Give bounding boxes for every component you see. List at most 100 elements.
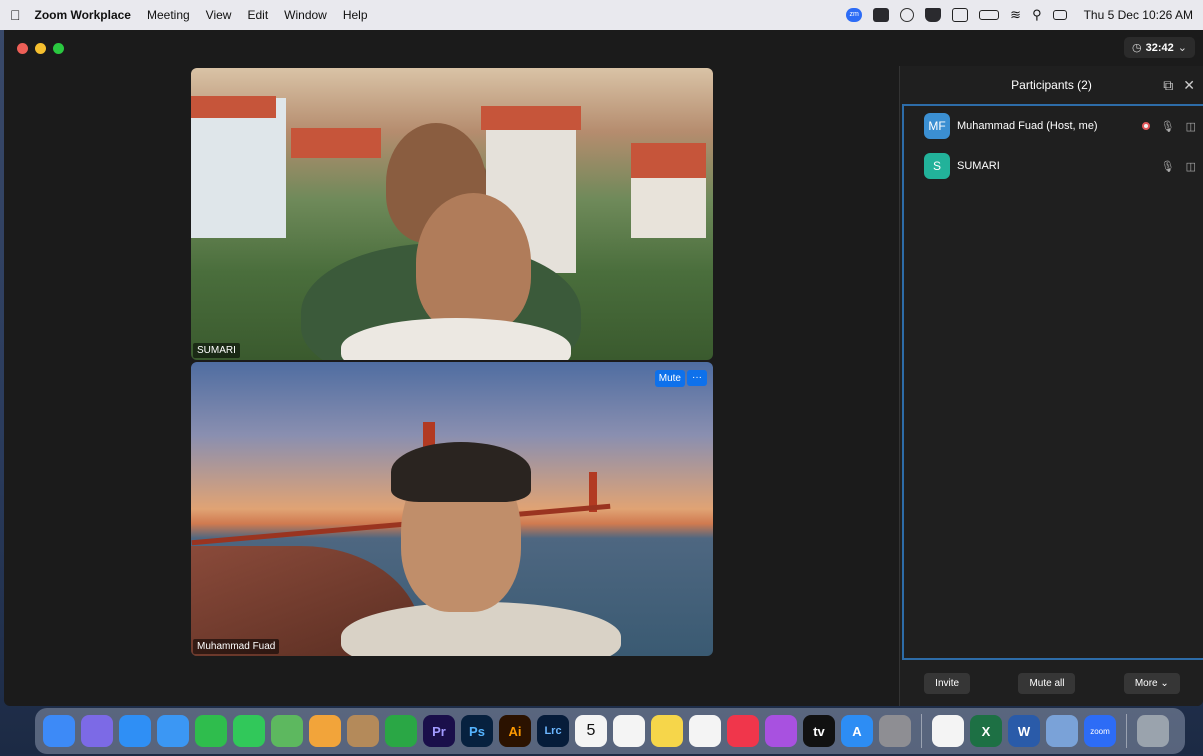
menu-app-name[interactable]: Zoom Workplace (35, 8, 131, 22)
dock: Pr Ps Ai Lrc 5 tv A X Wzoom (35, 708, 1185, 754)
participant-name-tag: Muhammad Fuad (193, 639, 280, 654)
more-button-label: More (1134, 677, 1158, 689)
background-roof (191, 96, 276, 118)
panel-header: Participants (2) ⧉ ✕ (900, 66, 1203, 104)
menu-edit[interactable]: Edit (247, 8, 268, 22)
mute-participant-button[interactable]: Mute (654, 370, 685, 387)
facetime-icon[interactable] (195, 715, 227, 747)
microphone-icon[interactable]: 🎙 (1161, 160, 1175, 173)
numbers-icon[interactable] (385, 715, 417, 747)
participants-panel: Participants (2) ⧉ ✕ MF Muhammad Fuad (H… (899, 66, 1203, 706)
menu-bar:  Zoom Workplace Meeting View Edit Windo… (0, 0, 1203, 30)
avatar: MF (924, 113, 950, 139)
premiere-icon[interactable]: Pr (423, 715, 455, 747)
invite-button[interactable]: Invite (924, 672, 971, 694)
safari-icon[interactable] (119, 715, 151, 747)
contacts-icon[interactable] (347, 715, 379, 747)
freeform-icon[interactable] (689, 715, 721, 747)
panel-title: Participants (2) (1011, 78, 1092, 92)
mute-all-button[interactable]: Mute all (1018, 672, 1076, 694)
microphone-icon[interactable]: 🎙 (1161, 120, 1175, 133)
panel-footer: Invite Mute all More ⌄ (900, 660, 1203, 706)
background-building (191, 98, 286, 238)
pop-out-icon[interactable]: ⧉ (1163, 77, 1173, 94)
chevron-down-icon: ⌄ (1177, 42, 1187, 54)
word-icon[interactable]: W (1008, 715, 1040, 747)
participant-name: Muhammad Fuad (Host, me) (957, 120, 1098, 132)
preview-icon[interactable] (1046, 715, 1078, 747)
app-store-icon[interactable]: A (841, 715, 873, 747)
battery-icon[interactable] (979, 10, 1000, 20)
background-roof (291, 128, 381, 158)
status-tray: zm ≋ ⚲ Thu 5 Dec 10:26 AM (846, 7, 1193, 23)
menu-meeting[interactable]: Meeting (147, 8, 190, 22)
reminders-icon[interactable] (613, 715, 645, 747)
dock-separator (1126, 714, 1127, 748)
mail-icon[interactable] (157, 715, 189, 747)
keyboard-tray-icon[interactable] (952, 8, 969, 22)
photoshop-icon[interactable]: Ps (461, 715, 493, 747)
participant-name-tag: SUMARI (193, 343, 240, 358)
menu-view[interactable]: View (206, 8, 232, 22)
app-tray-icon[interactable] (873, 8, 890, 22)
illustrator-icon[interactable]: Ai (499, 715, 531, 747)
avatar: S (924, 153, 950, 179)
chevron-down-icon: ⌄ (1160, 677, 1169, 689)
video-tile-muhammad-fuad[interactable]: Mute ··· Muhammad Fuad (191, 362, 713, 656)
background-roof (631, 143, 706, 183)
video-tile-sumari[interactable]: SUMARI (191, 68, 713, 360)
zoom-icon[interactable]: zoom (1084, 715, 1116, 747)
notification-tray-icon[interactable] (925, 8, 942, 22)
window-titlebar: ◷ 32:42 ⌄ (4, 30, 1203, 66)
close-icon[interactable]: ✕ (1183, 77, 1195, 94)
dock-separator (921, 714, 922, 748)
menu-help[interactable]: Help (343, 8, 368, 22)
video-camera-icon[interactable]: ◫ (1186, 160, 1196, 173)
participant-figure (416, 193, 531, 333)
control-center-icon[interactable] (1052, 10, 1067, 20)
maps-icon[interactable] (271, 715, 303, 747)
video-stage: SUMARI Mute ··· Muhammad Fuad (4, 66, 899, 706)
meeting-timer-value: 32:42 (1145, 41, 1174, 54)
zoom-meeting-window: ◷ 32:42 ⌄ SUMARI Mute ··· Muhammad Fuad … (4, 30, 1203, 706)
wifi-icon[interactable]: ≋ (1010, 7, 1021, 23)
music-icon[interactable] (727, 715, 759, 747)
wifi-scan-icon[interactable] (900, 8, 915, 22)
launchpad-icon[interactable] (81, 715, 113, 747)
apple-menu-icon[interactable]:  (10, 7, 21, 23)
more-options-button[interactable]: ··· (687, 370, 707, 386)
clock-icon: ◷ (1132, 42, 1142, 54)
participant-figure (391, 442, 531, 502)
close-window-button[interactable] (17, 42, 28, 54)
menu-window[interactable]: Window (284, 8, 327, 22)
maximize-window-button[interactable] (53, 42, 64, 54)
chrome-icon[interactable] (932, 715, 964, 747)
participants-list: MF Muhammad Fuad (Host, me) 🎙 ◫ S SUMARI… (902, 104, 1203, 660)
recording-icon (1141, 122, 1150, 130)
lightroom-classic-icon[interactable]: Lrc (537, 715, 569, 747)
participant-name: SUMARI (957, 160, 1000, 172)
minimize-window-button[interactable] (35, 42, 46, 54)
menu-bar-clock[interactable]: Thu 5 Dec 10:26 AM (1084, 8, 1193, 22)
notes-icon[interactable] (651, 715, 683, 747)
calendar-icon[interactable]: 5 (575, 715, 607, 747)
finder-icon[interactable] (43, 715, 75, 747)
zoom-tray-icon[interactable]: zm (846, 8, 863, 22)
participant-row[interactable]: MF Muhammad Fuad (Host, me) 🎙 ◫ (904, 106, 1203, 146)
photos-icon[interactable] (309, 715, 341, 747)
participant-status: 🎙 ◫ (1161, 160, 1203, 173)
system-settings-icon[interactable] (879, 715, 911, 747)
trash-icon[interactable] (1137, 715, 1169, 747)
background-roof (481, 106, 581, 130)
more-button[interactable]: More ⌄ (1123, 672, 1180, 694)
meeting-timer[interactable]: ◷ 32:42 ⌄ (1124, 37, 1195, 58)
background-building (631, 178, 706, 238)
video-camera-icon[interactable]: ◫ (1186, 120, 1196, 133)
podcasts-icon[interactable] (765, 715, 797, 747)
excel-icon[interactable]: X (970, 715, 1002, 747)
messages-icon[interactable] (233, 715, 265, 747)
search-icon[interactable]: ⚲ (1032, 7, 1042, 23)
panel-header-icons: ⧉ ✕ (1163, 77, 1195, 94)
apple-tv-icon[interactable]: tv (803, 715, 835, 747)
participant-row[interactable]: S SUMARI 🎙 ◫ (904, 146, 1203, 186)
